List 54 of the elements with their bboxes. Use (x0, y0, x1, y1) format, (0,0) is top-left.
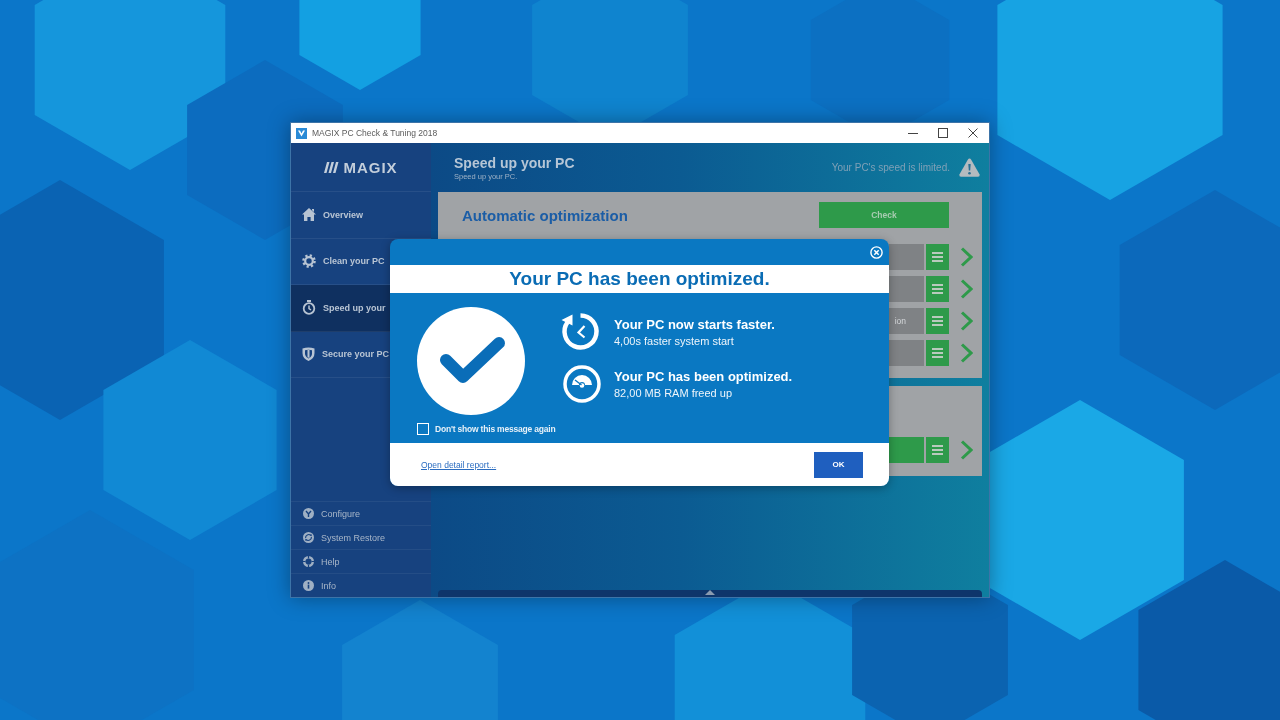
menu-icon (932, 348, 943, 358)
task-row-bar[interactable] (889, 244, 924, 270)
app-icon (296, 127, 307, 139)
menu-button[interactable] (926, 276, 949, 302)
gauge-icon (563, 364, 601, 403)
menu-icon (932, 284, 943, 294)
lifebuoy-icon (303, 556, 314, 567)
chevron-right-icon[interactable] (960, 440, 973, 460)
logo-text: MAGIX (343, 158, 398, 176)
close-icon[interactable] (968, 128, 978, 138)
sidebar-link[interactable]: Configure (291, 501, 431, 525)
checkmark-icon (417, 307, 525, 415)
clock-arrow-icon (560, 311, 601, 352)
menu-icon (932, 316, 943, 326)
page-title: Speed up your PC (454, 154, 575, 171)
stopwatch-icon (302, 300, 316, 316)
menu-icon (932, 445, 943, 455)
panel-title: Automatic optimization (462, 206, 628, 224)
info-icon (303, 580, 314, 591)
window-title: MAGIX PC Check & Tuning 2018 (312, 128, 438, 138)
detail-report-link[interactable]: Open detail report... (421, 459, 497, 470)
task-row-bar[interactable] (889, 437, 924, 463)
refresh-icon (303, 532, 314, 543)
menu-button[interactable] (926, 340, 949, 366)
result-title: Your PC now starts faster. (614, 316, 775, 332)
menu-button[interactable] (926, 244, 949, 270)
checkbox[interactable] (417, 423, 429, 435)
maximize-icon[interactable] (938, 128, 948, 138)
menu-icon (932, 252, 943, 262)
status-text: Your PC's speed is limited. (831, 162, 950, 173)
result-detail: 82,00 MB RAM freed up (614, 386, 733, 399)
chevron-right-icon[interactable] (960, 279, 973, 299)
warning-icon (959, 158, 980, 177)
menu-button[interactable] (926, 437, 949, 463)
settings-icon (303, 508, 314, 519)
result-title: Your PC has been optimized. (614, 368, 793, 384)
dialog-title: Your PC has been optimized. (509, 268, 770, 290)
chevron-right-icon[interactable] (960, 343, 973, 363)
slash-marks-icon (324, 161, 340, 173)
home-icon (302, 208, 316, 222)
ok-button[interactable]: OK (814, 451, 863, 478)
menu-button[interactable] (926, 308, 949, 334)
task-row-bar[interactable] (889, 276, 924, 302)
task-row-bar[interactable] (889, 340, 924, 366)
sidebar-link[interactable]: Info (291, 573, 431, 597)
checkbox-label: Don't show this message again (435, 424, 556, 434)
gear-icon (302, 254, 316, 269)
chevron-right-icon[interactable] (960, 247, 973, 267)
sidebar-link[interactable]: System Restore (291, 525, 431, 549)
result-detail: 4,00s faster system start (614, 334, 735, 347)
task-label: ion (894, 316, 906, 326)
chevron-right-icon[interactable] (960, 311, 973, 331)
caret-up-icon[interactable] (705, 590, 715, 595)
shield-icon (302, 347, 315, 362)
